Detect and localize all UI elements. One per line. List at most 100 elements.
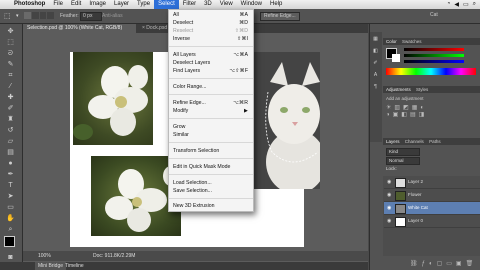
menu-item-transform-selection[interactable]: Transform Selection	[169, 147, 253, 155]
doc-size: Doc: 911.8K/2.29M	[93, 253, 136, 259]
menu-item-load-selection[interactable]: Load Selection...	[169, 179, 253, 187]
layer-row[interactable]: ◉ Layer 2	[384, 176, 480, 189]
menu-item-color-range[interactable]: Color Range...	[169, 83, 253, 91]
menu-separator	[169, 142, 253, 143]
lasso-tool-icon[interactable]: ᘐ	[3, 49, 18, 58]
menu-file[interactable]: File	[49, 0, 67, 9]
eye-icon[interactable]: ◉	[387, 205, 391, 211]
stamp-tool-icon[interactable]: ♜	[3, 115, 18, 124]
wifi-icon[interactable]: ◔	[447, 1, 451, 8]
history-brush-tool-icon[interactable]: ↺	[3, 126, 18, 135]
menu-item-inverse[interactable]: Inverse ⇧⌘I	[169, 35, 253, 43]
eyedropper-tool-icon[interactable]: ⁄	[3, 82, 18, 91]
tab-styles[interactable]: Styles	[416, 87, 428, 92]
tab-timeline[interactable]: Timeline	[62, 262, 87, 270]
menu-item-reselect[interactable]: Reselect ⇧⌘D	[169, 27, 253, 35]
zoom-level[interactable]: 100%	[38, 251, 51, 261]
healing-tool-icon[interactable]: ✚	[3, 93, 18, 102]
menu-item-save-selection[interactable]: Save Selection...	[169, 187, 253, 195]
menu-item-find-layers[interactable]: Find Layers ⌥⇧⌘F	[169, 67, 253, 75]
menu-item-all[interactable]: All ⌘A	[169, 11, 253, 19]
blend-mode-select[interactable]: Normal	[386, 157, 420, 165]
hand-tool-icon[interactable]: ✋	[3, 214, 18, 223]
adjustment-icons[interactable]: ☀▥◩▦◐ ◑▣◧▤◨	[386, 104, 466, 118]
move-tool-icon[interactable]: ✥	[3, 27, 18, 36]
tab-selection-psd[interactable]: Selection.psd @ 100% (White Cat, RGB/8)	[23, 24, 136, 33]
menu-separator	[169, 118, 253, 119]
history-panel-icon[interactable]: ▦	[372, 36, 379, 43]
menu-item-new-3d-extrusion[interactable]: New 3D Extrusion	[169, 202, 253, 210]
shape-tool-icon[interactable]: ▭	[3, 203, 18, 212]
menu-item-deselect-layers[interactable]: Deselect Layers	[169, 59, 253, 67]
menu-item-modify[interactable]: Modify ▶	[169, 107, 253, 115]
paragraph-panel-icon[interactable]: ¶	[372, 84, 379, 91]
app-menu[interactable]: Photoshop	[10, 0, 49, 9]
menu-window[interactable]: Window	[237, 0, 266, 9]
menu-item-quick-mask[interactable]: Edit in Quick Mask Mode	[169, 163, 253, 171]
menu-item-refine-edge[interactable]: Refine Edge... ⌥⌘R	[169, 99, 253, 107]
menu-help[interactable]: Help	[266, 0, 286, 9]
color-background-swatch[interactable]	[392, 54, 400, 62]
workspace-label[interactable]: Cat	[430, 12, 438, 18]
layer-thumbnail	[395, 191, 406, 201]
layer-row-selected[interactable]: ◉ White Cat	[384, 202, 480, 215]
crop-tool-icon[interactable]: ⌗	[3, 71, 18, 80]
menu-edit[interactable]: Edit	[67, 0, 85, 9]
menu-image[interactable]: Image	[85, 0, 110, 9]
tab-swatches[interactable]: Swatches	[402, 39, 422, 44]
layer-row[interactable]: ◉ Flower	[384, 189, 480, 202]
gradient-tool-icon[interactable]: ▤	[3, 148, 18, 157]
type-tool-icon[interactable]: T	[3, 181, 18, 190]
feather-input[interactable]: 0 px	[80, 12, 102, 21]
search-icon[interactable]: ⌕	[473, 1, 476, 8]
eraser-tool-icon[interactable]: ▱	[3, 137, 18, 146]
antialias-checkbox[interactable]: Anti-alias	[102, 13, 123, 19]
feather-label: Feather:	[60, 13, 79, 19]
menu-item-similar[interactable]: Similar	[169, 131, 253, 139]
tab-paths[interactable]: Paths	[429, 139, 441, 144]
quick-mask-icon[interactable]: ◙	[3, 253, 18, 262]
eye-icon[interactable]: ◉	[387, 218, 391, 224]
tool-preset-dropdown[interactable]: ▾	[16, 13, 19, 19]
pen-tool-icon[interactable]: ✒	[3, 170, 18, 179]
selection-mode-buttons[interactable]	[24, 12, 54, 20]
menu-item-deselect[interactable]: Deselect ⌘D	[169, 19, 253, 27]
layer-panel-buttons[interactable]: ⛓ƒ◐▢▭▣🗑	[410, 260, 477, 267]
marquee-tool-icon[interactable]: ⬚	[3, 38, 18, 47]
refine-edge-button[interactable]: Refine Edge...	[260, 12, 300, 21]
brush-panel-icon[interactable]: ✐	[372, 60, 379, 67]
volume-icon[interactable]: ◀	[454, 1, 459, 8]
eye-icon[interactable]: ◉	[387, 179, 391, 185]
tab-layers[interactable]: Layers	[386, 139, 400, 144]
menubar: Photoshop File Edit Image Layer Type Sel…	[0, 0, 480, 9]
menu-item-all-layers[interactable]: All Layers ⌥⌘A	[169, 51, 253, 59]
foreground-color-swatch[interactable]	[4, 236, 15, 247]
dodge-tool-icon[interactable]: ●	[3, 159, 18, 168]
path-select-tool-icon[interactable]: ➤	[3, 192, 18, 201]
battery-icon[interactable]: ▭	[463, 1, 469, 8]
properties-panel-icon[interactable]: ◧	[372, 48, 379, 55]
menu-filter[interactable]: Filter	[179, 0, 200, 9]
menu-layer[interactable]: Layer	[110, 0, 133, 9]
blue-slider[interactable]	[404, 60, 464, 63]
character-panel-icon[interactable]: A	[372, 72, 379, 79]
menu-3d[interactable]: 3D	[200, 0, 216, 9]
color-spectrum-bar[interactable]	[386, 68, 476, 75]
zoom-tool-icon[interactable]: ⌕	[3, 225, 18, 234]
red-slider[interactable]	[404, 48, 464, 51]
menu-separator	[169, 94, 253, 95]
layer-row[interactable]: ◉ Layer 0	[384, 215, 480, 228]
menu-type[interactable]: Type	[133, 0, 154, 9]
green-slider[interactable]	[404, 54, 464, 57]
marquee-tool-icon[interactable]: ⬚	[4, 12, 11, 20]
quick-select-tool-icon[interactable]: ✎	[3, 60, 18, 69]
menu-view[interactable]: View	[216, 0, 237, 9]
brush-tool-icon[interactable]: ✐	[3, 104, 18, 113]
tab-adjustments[interactable]: Adjustments	[386, 87, 411, 92]
menu-select[interactable]: Select	[154, 0, 179, 9]
tab-channels[interactable]: Channels	[405, 139, 424, 144]
tab-color[interactable]: Color	[386, 39, 397, 44]
layer-filter-kind[interactable]: Kind	[386, 148, 420, 156]
eye-icon[interactable]: ◉	[387, 192, 391, 198]
menu-item-grow[interactable]: Grow	[169, 123, 253, 131]
